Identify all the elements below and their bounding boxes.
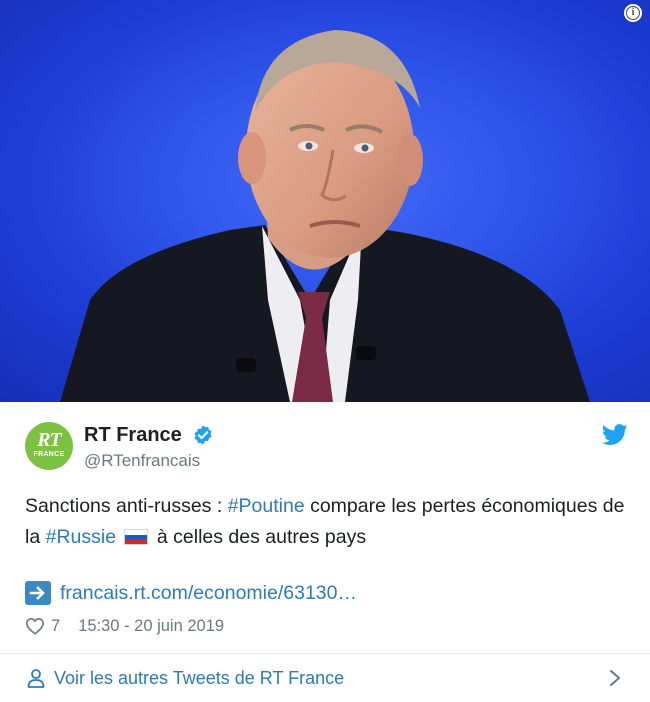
info-icon[interactable]: i [624, 4, 642, 22]
chevron-right-icon[interactable] [608, 668, 622, 688]
heart-icon[interactable] [25, 617, 45, 635]
tweet-link[interactable]: francais.rt.com/economie/63130… [25, 580, 357, 606]
hashtag-poutine[interactable]: #Poutine [228, 495, 305, 517]
tweet-text-part: à celles des autres pays [151, 526, 367, 548]
russia-flag-icon [124, 529, 149, 545]
author-display-name[interactable]: RT France [84, 422, 182, 448]
link-url[interactable]: francais.rt.com/economie/63130… [60, 581, 357, 605]
tweet-photo[interactable]: i [0, 0, 650, 402]
avatar[interactable]: RT FRANCE [25, 422, 73, 470]
twitter-bird-icon[interactable] [602, 424, 628, 446]
photo-illustration [0, 0, 650, 402]
view-more-tweets-label[interactable]: Voir les autres Tweets de RT France [54, 666, 344, 690]
tweet-text-part: Sanctions anti-russes : [25, 495, 228, 517]
avatar-logo-subtext: FRANCE [33, 451, 65, 458]
tweet-timestamp[interactable]: 15:30 - 20 juin 2019 [78, 615, 224, 637]
tweet-text: Sanctions anti-russes : #Poutine compare… [25, 491, 625, 553]
like-count[interactable]: 7 [51, 615, 60, 637]
verified-badge-icon [194, 425, 212, 445]
tweet-meta: 7 15:30 - 20 juin 2019 [25, 614, 224, 638]
author-handle[interactable]: @RTenfrancais [84, 450, 200, 472]
view-more-tweets-link[interactable]: Voir les autres Tweets de RT France [0, 654, 650, 702]
arrow-right-icon [25, 581, 51, 605]
person-icon [27, 669, 45, 688]
embedded-tweet-card: i RT FRANCE RT France @RTenfrancais Sanc… [0, 0, 650, 702]
hashtag-russie[interactable]: #Russie [46, 526, 116, 548]
avatar-logo-text: RT [37, 429, 62, 451]
